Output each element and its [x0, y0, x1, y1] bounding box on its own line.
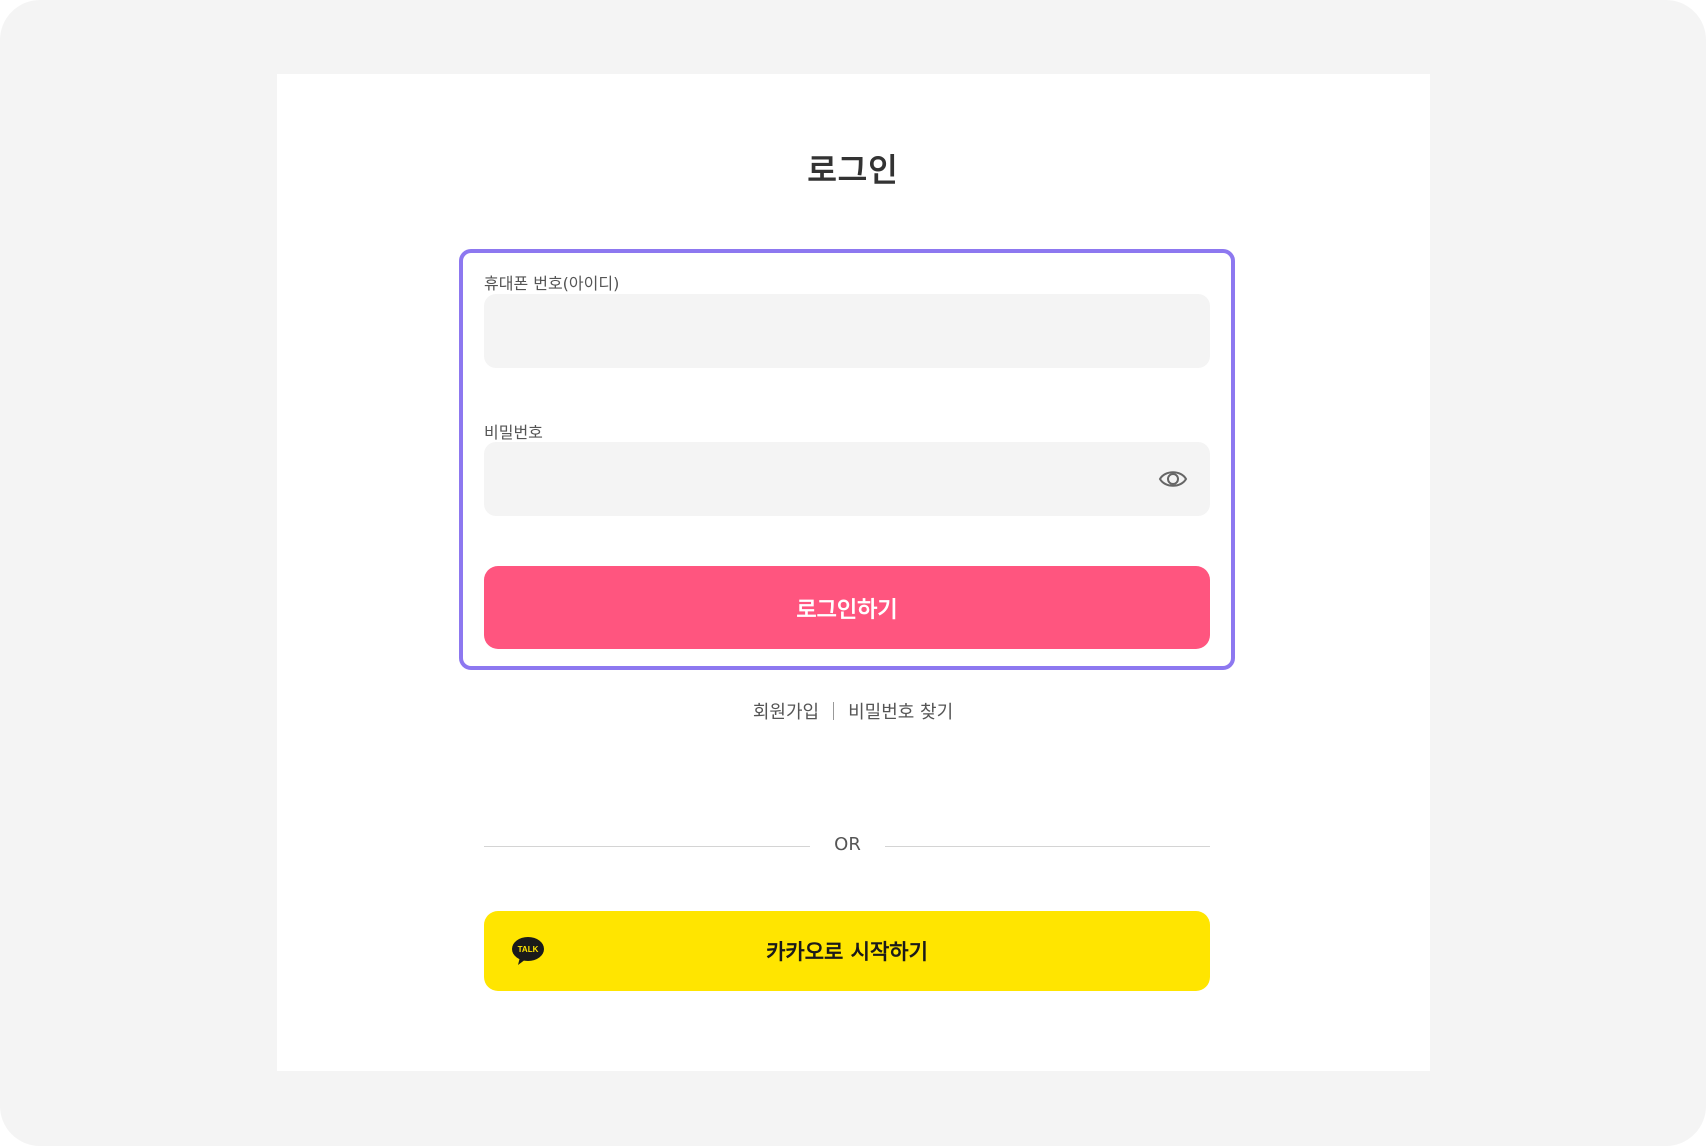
signup-link[interactable]: 회원가입 [753, 698, 819, 724]
password-input[interactable] [484, 442, 1210, 516]
divider-text: OR [834, 834, 861, 855]
password-label: 비밀번호 [484, 423, 543, 442]
login-button[interactable]: 로그인하기 [484, 566, 1210, 649]
phone-input[interactable] [484, 294, 1210, 368]
eye-icon[interactable] [1158, 465, 1188, 493]
kakao-login-button[interactable]: TALK 카카오로 시작하기 [484, 911, 1210, 991]
kakao-talk-icon: TALK [512, 937, 544, 965]
page-title: 로그인 [807, 151, 899, 189]
find-password-link[interactable]: 비밀번호 찾기 [848, 698, 953, 724]
account-links: 회원가입 비밀번호 찾기 [0, 698, 1706, 724]
kakao-button-label: 카카오로 시작하기 [766, 940, 928, 964]
phone-label: 휴대폰 번호(아이디) [484, 274, 620, 293]
link-separator [833, 702, 835, 720]
svg-text:TALK: TALK [518, 945, 539, 954]
divider-line-left [484, 846, 810, 847]
login-button-label: 로그인하기 [796, 597, 898, 623]
divider-line-right [885, 846, 1210, 847]
page-background: 로그인 휴대폰 번호(아이디) 비밀번호 로그인하기 회원가입 비밀번호 찾기 … [0, 0, 1706, 1146]
